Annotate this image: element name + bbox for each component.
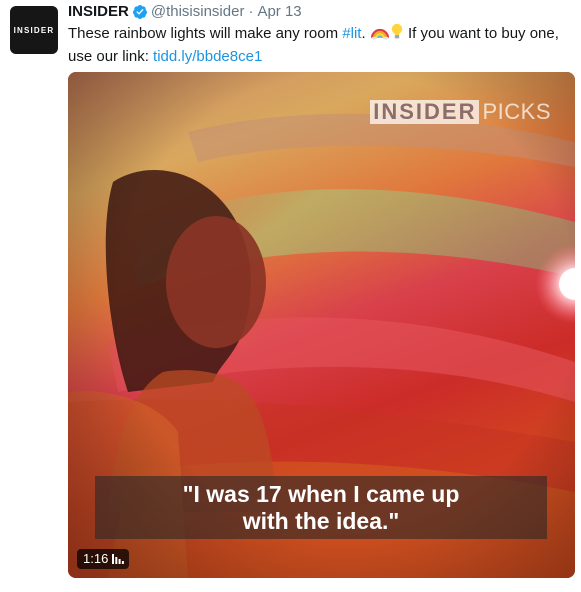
video-player[interactable]: INSIDER PICKS "I was 17 when I came up w… — [68, 72, 575, 578]
user-handle[interactable]: @thisisinsider — [151, 2, 245, 22]
lightbulb-emoji-icon — [391, 23, 403, 46]
meta-separator: · — [248, 3, 254, 20]
caption-line-1: "I was 17 when I came up — [182, 480, 460, 507]
tweet-text: These rainbow lights will make any room … — [68, 23, 573, 67]
watermark-picks: PICKS — [482, 99, 551, 124]
tweet-text-part-1: These rainbow lights will make any room — [68, 25, 343, 42]
duration-text: 1:16 — [83, 551, 109, 566]
hashtag-link[interactable]: #lit — [342, 25, 361, 42]
tweet-body: INSIDER @thisisinsider · Apr 13 These ra… — [68, 2, 573, 67]
tweet-link[interactable]: tidd.ly/bbde8ce1 — [153, 48, 262, 65]
verified-badge-icon — [132, 4, 148, 20]
avatar[interactable]: INSIDER — [10, 6, 58, 54]
caption-line-2: with the idea." — [242, 507, 400, 534]
tweet-text-period: . — [361, 25, 366, 42]
tweet-date[interactable]: Apr 13 — [257, 2, 301, 22]
tweet-header: INSIDER @thisisinsider · Apr 13 — [68, 2, 573, 22]
rainbow-emoji-icon — [370, 24, 389, 46]
insider-picks-watermark: INSIDER PICKS — [370, 99, 551, 125]
watermark-insider: INSIDER — [370, 100, 480, 124]
avatar-logo-text: INSIDER — [13, 25, 55, 35]
display-name[interactable]: INSIDER — [68, 2, 129, 22]
video-caption: "I was 17 when I came up with the idea." — [95, 476, 547, 539]
bars-icon — [112, 554, 125, 564]
video-duration-badge[interactable]: 1:16 — [77, 549, 130, 569]
